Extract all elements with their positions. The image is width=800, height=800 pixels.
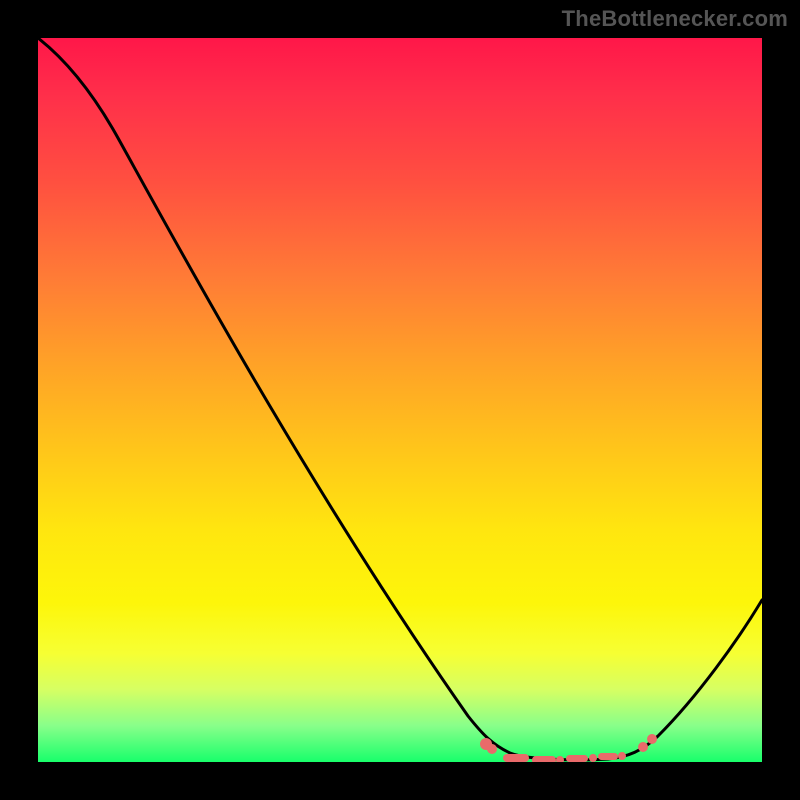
gradient-background — [38, 38, 762, 762]
chart-frame: TheBottlenecker.com — [0, 0, 800, 800]
attribution-watermark: TheBottlenecker.com — [562, 6, 788, 32]
